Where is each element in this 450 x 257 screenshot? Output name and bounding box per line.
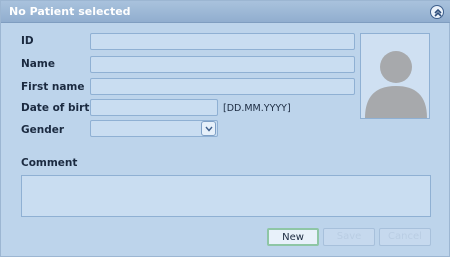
- comment-textarea[interactable]: [21, 175, 431, 217]
- cancel-button[interactable]: Cancel: [379, 228, 431, 246]
- first-name-label: First name: [21, 81, 85, 93]
- title-bar: No Patient selected: [1, 1, 450, 23]
- gender-select[interactable]: [90, 120, 218, 137]
- dob-format-hint: [DD.MM.YYYY]: [223, 103, 291, 114]
- patient-panel: No Patient selected ID Name First name D…: [0, 0, 450, 257]
- person-silhouette-icon: [365, 51, 427, 118]
- gender-label: Gender: [21, 124, 65, 136]
- collapse-button[interactable]: [430, 5, 444, 19]
- panel-title: No Patient selected: [9, 5, 131, 18]
- dob-label: Date of birth: [21, 102, 97, 114]
- chevron-down-icon: [205, 126, 213, 132]
- gender-dropdown-button[interactable]: [201, 121, 216, 136]
- patient-photo[interactable]: [360, 33, 430, 119]
- comment-label: Comment: [21, 157, 78, 169]
- id-label: ID: [21, 35, 34, 47]
- name-label: Name: [21, 58, 55, 70]
- id-field[interactable]: [90, 33, 355, 50]
- save-button[interactable]: Save: [323, 228, 375, 246]
- new-button[interactable]: New: [267, 228, 319, 246]
- first-name-field[interactable]: [90, 78, 355, 95]
- dob-field[interactable]: [90, 99, 218, 116]
- name-field[interactable]: [90, 56, 355, 73]
- double-chevron-up-icon: [434, 8, 442, 17]
